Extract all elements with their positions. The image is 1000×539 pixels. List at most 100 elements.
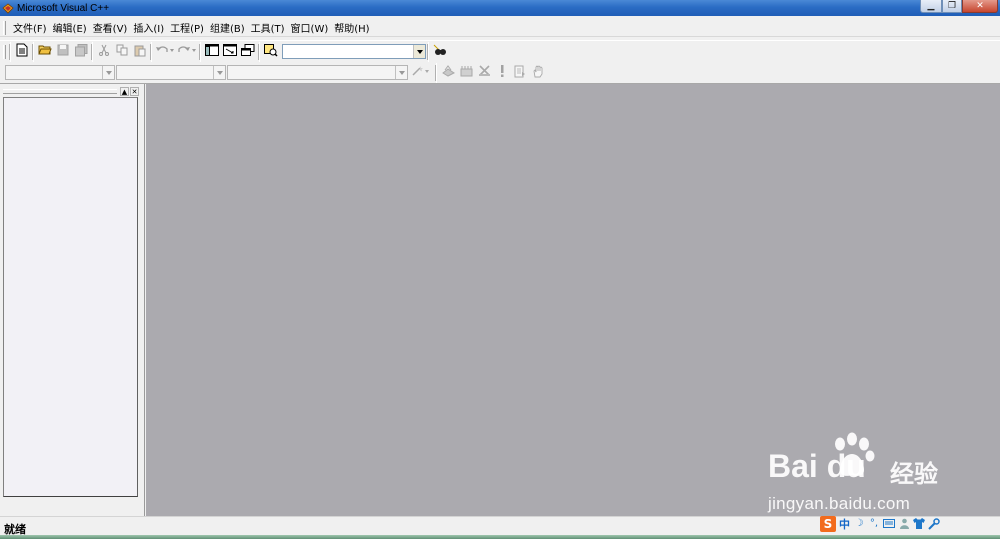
cut-button[interactable] [95, 43, 113, 61]
workspace-icon [205, 44, 219, 59]
workspace-panel-grip[interactable] [3, 88, 117, 94]
go-button[interactable] [511, 64, 529, 82]
build-button[interactable] [457, 64, 475, 82]
undo-button[interactable] [154, 43, 176, 61]
menubar-grip[interactable] [3, 20, 6, 35]
magic-wand-icon [411, 65, 431, 80]
class-combo-dropdown-arrow[interactable] [102, 66, 114, 79]
find-group [258, 41, 428, 62]
go-icon [514, 65, 526, 81]
menu-bar: 文件(F) 编辑(E) 查看(V) 插入(I) 工程(P) 组建(B) 工具(T… [0, 19, 1000, 37]
restore-button[interactable]: ❐ [942, 0, 962, 13]
new-file-button[interactable] [13, 43, 31, 61]
save-icon [57, 44, 69, 59]
build-group [435, 62, 549, 83]
minimize-button[interactable]: ▁ [920, 0, 942, 13]
menu-tools[interactable]: 工具(T) [248, 20, 288, 35]
watermark-url: jingyan.baidu.com [768, 494, 911, 513]
toolbar-grip[interactable] [3, 44, 6, 59]
workspace-panel: ▲ ✕ [3, 84, 139, 497]
find-in-files-icon [264, 43, 278, 60]
copy-button[interactable] [113, 43, 131, 61]
panel-maximize-button[interactable]: ▲ [120, 86, 129, 96]
members-combo[interactable] [227, 65, 408, 80]
cut-icon [98, 44, 110, 59]
find-button[interactable] [431, 43, 449, 61]
close-icon: ✕ [976, 1, 984, 11]
filter-combo[interactable] [116, 65, 226, 80]
breakpoint-button[interactable] [529, 64, 547, 82]
window-title: Microsoft Visual C++ [17, 2, 110, 14]
window-group [199, 41, 259, 62]
minimize-icon: ▁ [927, 1, 935, 11]
compile-button[interactable] [439, 64, 457, 82]
menu-build[interactable]: 组建(B) [207, 20, 248, 35]
members-combo-dropdown-arrow[interactable] [395, 66, 407, 79]
wrench-icon[interactable] [928, 517, 940, 530]
menu-help[interactable]: 帮助(H) [331, 20, 372, 35]
exclamation-icon [499, 65, 505, 80]
find-combo[interactable] [282, 44, 426, 59]
paste-button[interactable] [131, 43, 149, 61]
taskbar-edge [0, 535, 1000, 539]
sogou-logo-icon[interactable]: S [820, 515, 836, 532]
redo-icon [177, 45, 197, 58]
panel-splitter[interactable] [139, 84, 145, 516]
caret-up-icon: ▲ [121, 87, 128, 96]
standard-toolbar [0, 40, 1000, 62]
menu-project[interactable]: 工程(P) [167, 20, 207, 35]
hand-icon [532, 64, 544, 81]
punctuation-icon[interactable]: °, [868, 518, 880, 530]
baidu-paw-icon [826, 430, 878, 482]
file-ops-group [32, 41, 92, 62]
wizard-toolbar [0, 62, 1000, 84]
find-combo-dropdown-arrow[interactable] [413, 45, 425, 58]
output-window-button[interactable] [221, 43, 239, 61]
workspace-panel-header[interactable]: ▲ ✕ [3, 86, 139, 96]
class-combo[interactable] [5, 65, 115, 80]
save-all-icon [74, 43, 88, 60]
file-group [9, 41, 33, 62]
skin-shirt-icon[interactable] [913, 518, 925, 530]
baidu-jingyan-watermark: Bai du 经验 jingyan.baidu.com [768, 430, 958, 515]
menu-insert[interactable]: 插入(I) [130, 20, 167, 35]
title-bar[interactable]: Microsoft Visual C++ ▁ ❐ ✕ [0, 0, 1000, 16]
window-list-button[interactable] [239, 43, 257, 61]
window-list-icon [241, 43, 255, 60]
filter-combo-dropdown-arrow[interactable] [213, 66, 225, 79]
wizard-actions-button[interactable] [410, 64, 432, 82]
paste-icon [134, 44, 146, 60]
compile-icon [441, 65, 455, 80]
watermark-suffix: 经验 [890, 460, 938, 488]
stop-build-icon [478, 65, 491, 80]
keyboard-icon[interactable] [883, 518, 895, 530]
close-button[interactable]: ✕ [962, 0, 998, 13]
undo-icon [155, 45, 175, 58]
ime-toolbar: S 中 ☽ °, [820, 515, 940, 532]
stop-build-button[interactable] [475, 64, 493, 82]
menu-view[interactable]: 查看(V) [90, 20, 131, 35]
visual-cpp-app-icon[interactable] [2, 2, 14, 14]
menu-window[interactable]: 窗口(W) [288, 20, 332, 35]
panel-close-button[interactable]: ✕ [130, 86, 139, 96]
open-button[interactable] [36, 43, 54, 61]
save-button[interactable] [54, 43, 72, 61]
execute-button[interactable] [493, 64, 511, 82]
workspace-tree[interactable] [3, 97, 138, 497]
find-in-files-button[interactable] [262, 43, 280, 61]
ime-mode-toggle[interactable]: 中 [839, 516, 850, 532]
restore-icon: ❐ [947, 1, 957, 11]
new-file-icon [16, 43, 28, 60]
open-folder-icon [38, 44, 52, 59]
redo-button[interactable] [176, 43, 198, 61]
undo-redo-group [150, 41, 200, 62]
user-icon[interactable] [898, 518, 910, 530]
half-width-moon-icon[interactable]: ☽ [853, 518, 865, 530]
menu-edit[interactable]: 编辑(E) [50, 20, 90, 35]
search-group [427, 41, 451, 62]
workspace-button[interactable] [203, 43, 221, 61]
output-icon [223, 44, 237, 59]
menu-file[interactable]: 文件(F) [10, 20, 50, 35]
save-all-button[interactable] [72, 43, 90, 61]
close-icon: ✕ [131, 87, 138, 96]
